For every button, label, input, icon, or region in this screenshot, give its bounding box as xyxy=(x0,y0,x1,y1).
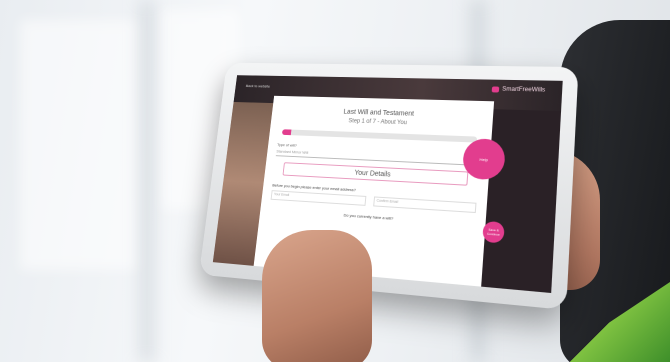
blurred-window xyxy=(20,20,140,270)
type-value: Standard Mirror Will xyxy=(276,148,309,155)
left-hand xyxy=(262,230,372,362)
your-details-button[interactable]: Your Details xyxy=(282,162,469,186)
confirm-email-field[interactable]: Confirm Email xyxy=(373,196,477,214)
blurred-column xyxy=(140,0,154,362)
email-field[interactable]: Your Email xyxy=(270,190,367,206)
brand-name: SmartFreeWills xyxy=(501,86,546,94)
heart-icon xyxy=(491,86,500,93)
save-continue-button[interactable]: Save & Continue xyxy=(482,220,505,244)
tablet: Back to website SmartFreeWills Last Will… xyxy=(198,62,579,311)
progress-fill xyxy=(281,129,292,136)
brand-logo: SmartFreeWills xyxy=(491,86,546,94)
progress-bar xyxy=(281,129,478,143)
back-link[interactable]: Back to website xyxy=(246,83,271,88)
